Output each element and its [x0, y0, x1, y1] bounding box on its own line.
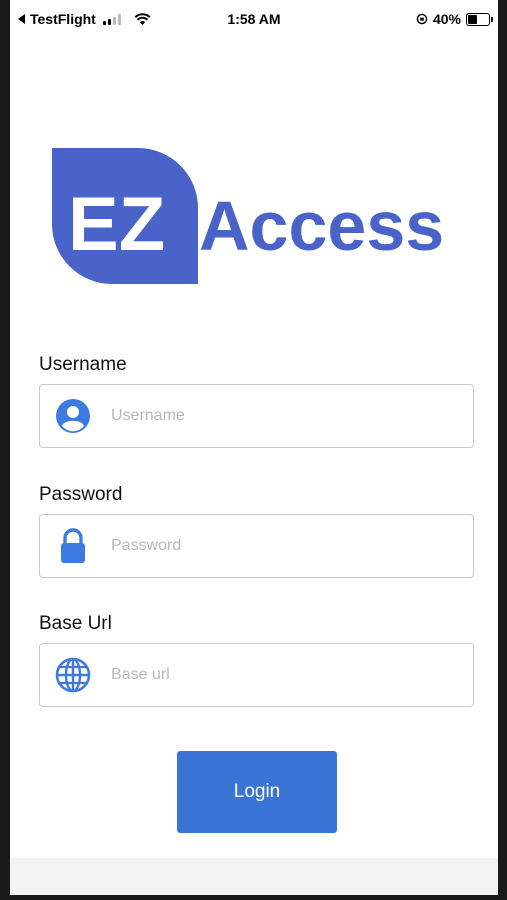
battery-percent: 40% [432, 11, 461, 27]
globe-icon [55, 657, 91, 693]
battery-icon [466, 12, 493, 26]
logo-access-text: Access [199, 187, 444, 265]
status-right: 40% [416, 11, 493, 27]
app-screen: TestFlight 1:58 AM 40% EZ Access Usernam… [10, 0, 498, 895]
base-url-input[interactable] [109, 665, 453, 685]
username-label: Username [39, 354, 127, 375]
status-bar: TestFlight 1:58 AM 40% [10, 0, 498, 36]
user-circle-icon [55, 398, 91, 434]
username-field[interactable] [39, 384, 474, 448]
password-field[interactable] [39, 514, 474, 578]
base-url-field[interactable] [39, 643, 474, 707]
lock-icon [55, 528, 91, 564]
base-url-label: Base Url [39, 613, 112, 634]
password-input[interactable] [109, 536, 453, 556]
bottom-bar [10, 858, 498, 895]
password-label: Password [39, 484, 123, 505]
ez-access-logo: EZ Access [52, 148, 444, 284]
logo-ez-text: EZ [68, 182, 165, 267]
login-button[interactable]: Login [177, 751, 337, 833]
orientation-lock-icon [416, 13, 428, 25]
username-input[interactable] [109, 406, 453, 426]
